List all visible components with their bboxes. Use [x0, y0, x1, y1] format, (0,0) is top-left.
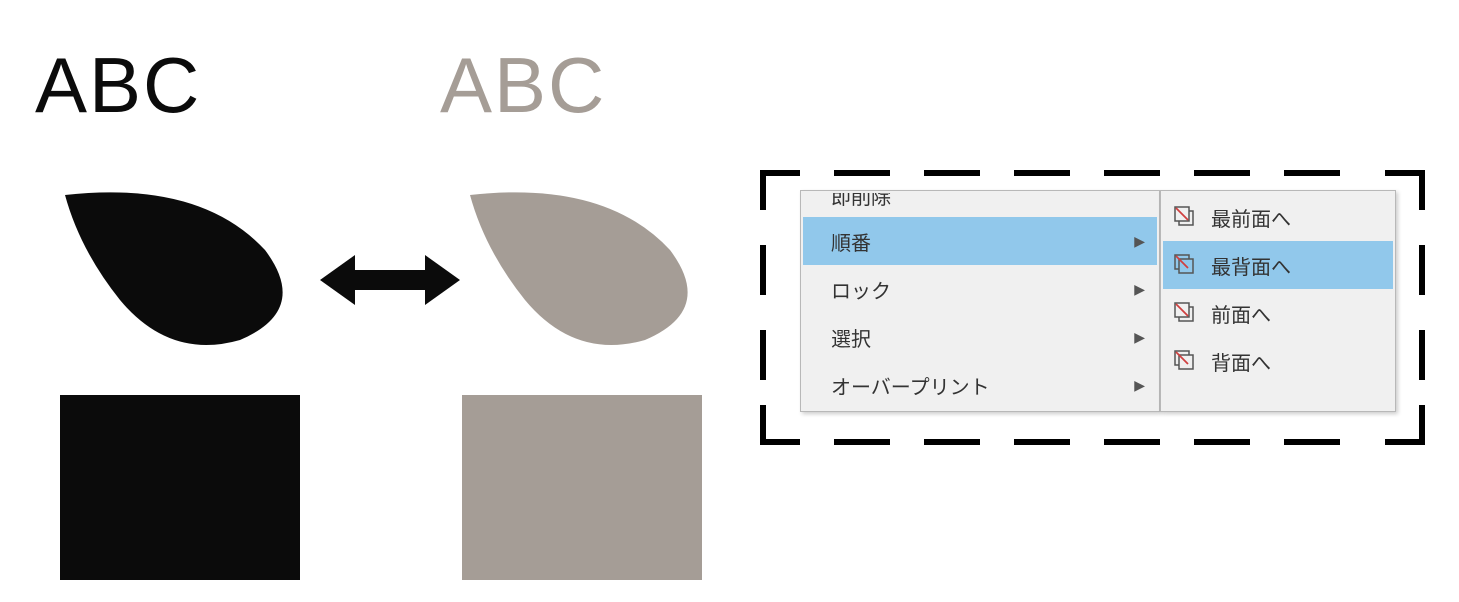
submenu-item-label: 前面へ [1211, 299, 1381, 328]
menu-item-lock[interactable]: ロック ▶ [803, 265, 1157, 313]
teardrop-black-shape [60, 190, 290, 350]
context-menu-sub: 最前面へ 最背面へ 前面へ [1160, 190, 1396, 412]
abc-text-gray: ABC [440, 40, 606, 131]
shape-illustration: ABC ABC [30, 40, 730, 600]
submenu-item-send-to-back[interactable]: 最背面へ [1163, 241, 1393, 289]
menu-item-label: 選択 [831, 323, 1134, 352]
send-backward-icon [1173, 349, 1197, 373]
rectangle-gray-shape [462, 395, 702, 580]
context-menu-main: 即削除 順番 ▶ ロック ▶ 選択 ▶ オーバープリント ▶ [800, 190, 1160, 412]
context-menu-group: 即削除 順番 ▶ ロック ▶ 選択 ▶ オーバープリント ▶ [800, 190, 1396, 412]
teardrop-gray-shape [465, 190, 695, 350]
send-to-back-icon [1173, 253, 1197, 277]
bring-to-front-icon [1173, 205, 1197, 229]
abc-text-black: ABC [35, 40, 201, 131]
menu-item-label: ロック [831, 275, 1134, 304]
bring-forward-icon [1173, 301, 1197, 325]
submenu-item-send-backward[interactable]: 背面へ [1163, 337, 1393, 385]
submenu-arrow-icon: ▶ [1134, 233, 1145, 250]
submenu-item-label: 最前面へ [1211, 203, 1381, 232]
menu-item-overprint[interactable]: オーバープリント ▶ [803, 361, 1157, 409]
submenu-item-label: 背面へ [1211, 347, 1381, 376]
menu-item-label: 即削除 [831, 193, 1145, 210]
menu-item-label: オーバープリント [831, 371, 1134, 400]
submenu-arrow-icon: ▶ [1134, 281, 1145, 298]
bidirectional-arrow-icon [320, 250, 460, 310]
submenu-item-label: 最背面へ [1211, 251, 1381, 280]
menu-item-delete[interactable]: 即削除 [803, 193, 1157, 217]
submenu-arrow-icon: ▶ [1134, 329, 1145, 346]
menu-item-order[interactable]: 順番 ▶ [803, 217, 1157, 265]
submenu-arrow-icon: ▶ [1134, 377, 1145, 394]
menu-item-label: 順番 [831, 227, 1134, 256]
rectangle-black-shape [60, 395, 300, 580]
submenu-item-bring-forward[interactable]: 前面へ [1163, 289, 1393, 337]
menu-item-select[interactable]: 選択 ▶ [803, 313, 1157, 361]
submenu-item-bring-to-front[interactable]: 最前面へ [1163, 193, 1393, 241]
